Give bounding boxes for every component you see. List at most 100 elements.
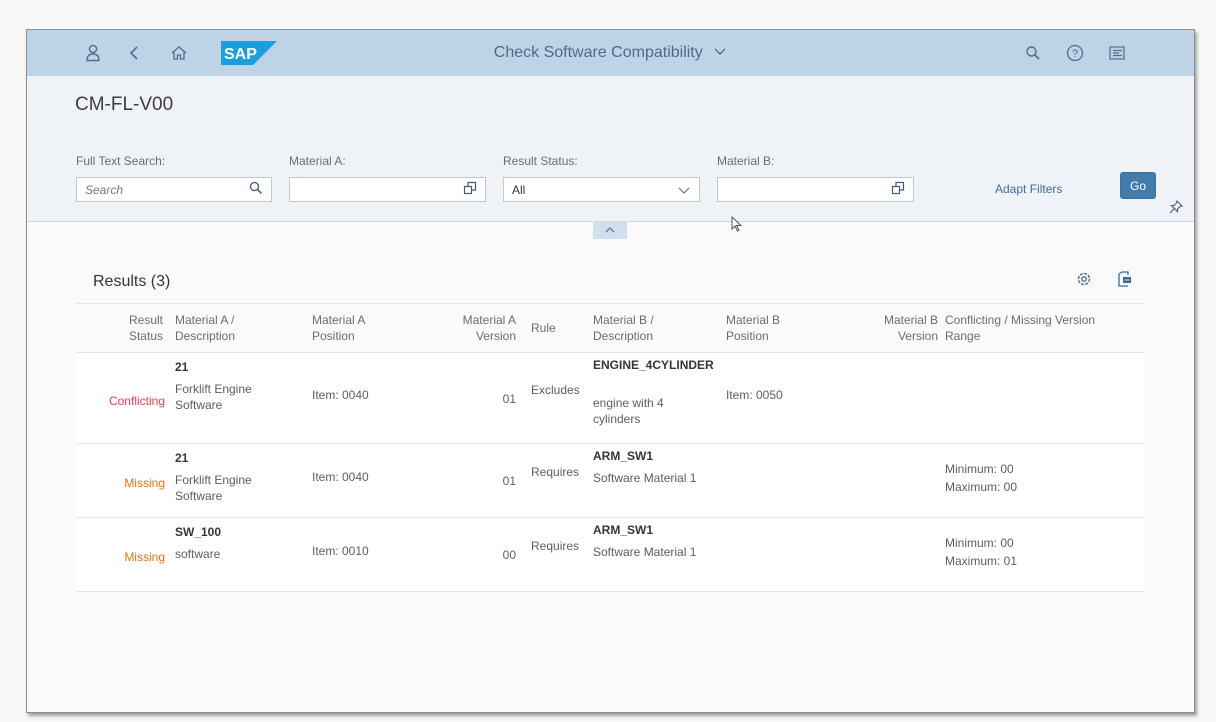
material-a-id: 21 — [175, 360, 189, 374]
material-a-input[interactable] — [289, 177, 486, 202]
column-header[interactable]: Conflicting / Missing Version Range — [945, 312, 1145, 344]
material-a-version: 00 — [502, 548, 516, 562]
column-header-text: Material B / — [593, 313, 654, 327]
column-header-text: Version — [897, 329, 938, 343]
svg-text:SAP: SAP — [224, 46, 257, 63]
column-header[interactable]: Material A Version — [430, 312, 516, 344]
material-b-id: ENGINE_4CYLINDER — [593, 358, 714, 372]
chevron-up-icon — [605, 227, 615, 233]
search-icon[interactable] — [249, 181, 263, 198]
material-a-version: 01 — [502, 392, 516, 406]
notifications-icon[interactable] — [1105, 30, 1129, 76]
column-header[interactable]: Material B / Description — [593, 312, 711, 344]
result-status-select[interactable]: All — [503, 177, 700, 202]
material-b-input[interactable] — [717, 177, 914, 202]
column-header-text: Conflicting / Missing Version — [945, 313, 1096, 327]
result-status: Missing — [124, 476, 165, 490]
value-help-icon[interactable] — [463, 181, 477, 198]
home-icon[interactable] — [167, 30, 191, 76]
material-a-version: 01 — [502, 474, 516, 488]
material-b-id: ARM_SW1 — [593, 523, 654, 537]
material-b-description: Software Material 1 — [593, 545, 697, 559]
app-window: SAP Check Software Compatibility ? CM-FL… — [26, 29, 1195, 713]
column-header-text: Material B — [883, 313, 938, 327]
adapt-filters-button[interactable]: Adapt Filters — [995, 182, 1062, 196]
app-title-text: Check Software Compatibility — [493, 44, 703, 61]
column-header-text: Result — [128, 313, 163, 327]
range-maximum: Maximum: 00 — [945, 480, 1018, 494]
chevron-down-icon — [714, 48, 726, 55]
rule: Requires — [531, 465, 580, 479]
column-header-text: Position — [312, 329, 355, 343]
column-header-text: Status — [128, 329, 163, 343]
search-icon[interactable] — [1021, 30, 1045, 76]
back-icon[interactable] — [123, 30, 145, 76]
column-header-text: Material A — [312, 313, 366, 327]
material-b-id: ARM_SW1 — [593, 449, 654, 463]
column-header-text: Material B — [726, 313, 781, 327]
full-text-search-label: Full Text Search: — [76, 154, 166, 168]
filter-bar: CM-FL-V00 Full Text Search: Search Mater… — [27, 76, 1194, 222]
column-header-text: Material A / — [175, 313, 235, 327]
column-header-text: Position — [726, 329, 769, 343]
material-b-description: engine with 4 cylinders — [593, 396, 664, 426]
material-a-label: Material A: — [289, 154, 346, 168]
material-b-label: Material B: — [717, 154, 775, 168]
export-to-spreadsheet-icon[interactable] — [1113, 268, 1135, 290]
table-row[interactable]: Conflicting 21 Forklift Engine Software Ite… — [76, 353, 1145, 444]
shell-bar: SAP Check Software Compatibility ? — [27, 30, 1194, 76]
search-placeholder: Search — [85, 182, 124, 197]
user-icon[interactable] — [81, 30, 105, 76]
help-icon[interactable]: ? — [1063, 30, 1087, 76]
material-a-position: Item: 0010 — [312, 544, 369, 558]
value-help-icon[interactable] — [891, 181, 905, 198]
app-title-menu[interactable]: Check Software Compatibility — [494, 44, 727, 62]
column-header[interactable]: Result Status — [88, 312, 163, 344]
material-b-position: Item: 0050 — [726, 388, 783, 402]
material-a-id: 21 — [175, 451, 189, 465]
table-body: Conflicting 21 Forklift Engine Software Ite… — [76, 353, 1145, 592]
table-row[interactable]: Missing SW_100 software Item: 0010 00 Require… — [76, 518, 1145, 592]
svg-text:?: ? — [1072, 48, 1078, 60]
material-a-position: Item: 0040 — [312, 470, 369, 484]
pin-icon[interactable] — [1169, 199, 1184, 219]
go-button[interactable]: Go — [1120, 172, 1156, 199]
mouse-cursor-icon — [731, 216, 743, 232]
result-status: Conflicting — [108, 394, 165, 408]
full-text-search-input[interactable]: Search — [76, 177, 272, 202]
result-status: Missing — [124, 550, 165, 564]
column-header-text: Description — [593, 329, 654, 343]
chevron-down-icon[interactable] — [677, 184, 691, 199]
column-header-text: Rule — [531, 321, 556, 335]
material-b-description: Software Material 1 — [593, 471, 697, 485]
material-a-description: software — [175, 547, 221, 561]
column-header[interactable]: Rule — [531, 320, 571, 336]
range-minimum: Minimum: 00 — [945, 536, 1014, 550]
rule: Excludes — [531, 383, 580, 397]
column-header-text: Version — [475, 329, 516, 343]
settings-icon[interactable] — [1073, 268, 1095, 290]
range-maximum: Maximum: 01 — [945, 554, 1018, 568]
column-header[interactable]: Material A Position — [312, 312, 422, 344]
column-header-text: Material A — [462, 313, 516, 327]
sap-logo: SAP — [221, 41, 277, 65]
collapse-header-button[interactable] — [593, 221, 627, 239]
table-header: Result Status Material A / Description Mater… — [76, 303, 1145, 353]
column-header-text: Range — [945, 329, 981, 343]
column-header-text: Description — [175, 329, 236, 343]
result-status-label: Result Status: — [503, 154, 578, 168]
column-header[interactable]: Material B Position — [726, 312, 836, 344]
page-title: CM-FL-V00 — [75, 94, 174, 115]
material-a-position: Item: 0040 — [312, 388, 369, 402]
results-title: Results (3) — [93, 273, 171, 290]
range-minimum: Minimum: 00 — [945, 462, 1014, 476]
material-a-description: Forklift Engine Software — [175, 473, 252, 503]
column-header[interactable]: Material B Version — [846, 312, 938, 344]
material-a-id: SW_100 — [175, 525, 222, 539]
table-row[interactable]: Missing 21 Forklift Engine Software Item: 0… — [76, 444, 1145, 518]
rule: Requires — [531, 539, 580, 553]
material-a-description: Forklift Engine Software — [175, 382, 252, 412]
results-table: Result Status Material A / Description Mater… — [76, 303, 1145, 592]
app-title: Check Software Compatibility — [27, 30, 1194, 76]
column-header[interactable]: Material A / Description — [175, 312, 295, 344]
